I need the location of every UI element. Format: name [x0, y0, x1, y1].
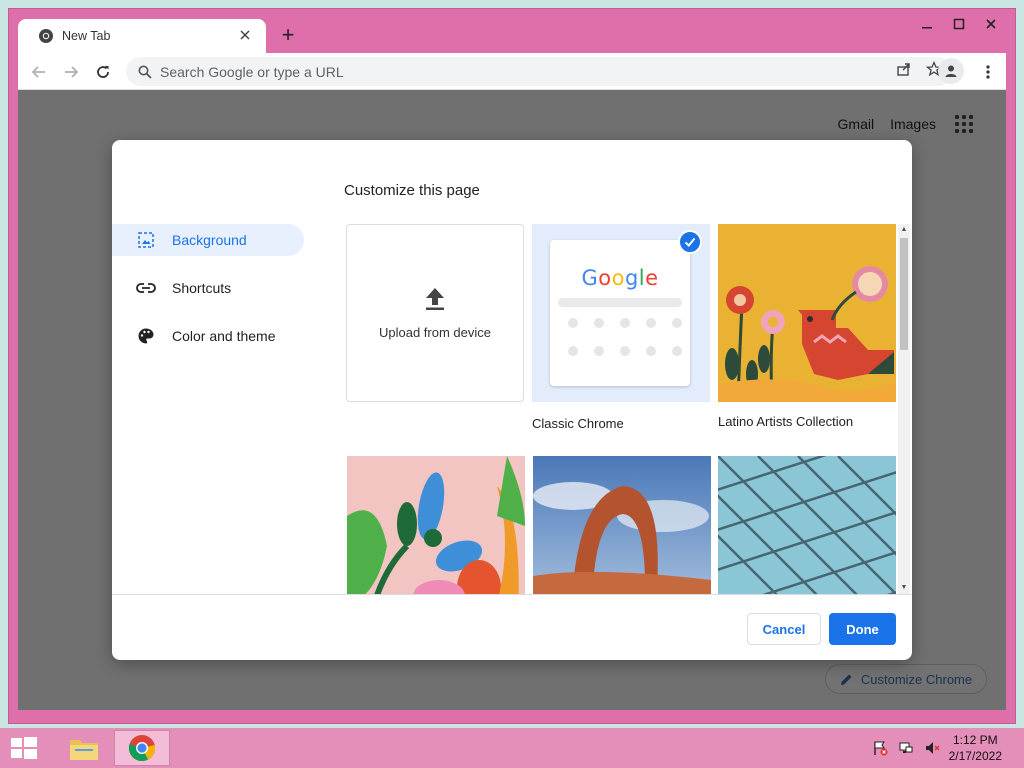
customize-chrome-button[interactable]: Customize Chrome [825, 664, 987, 694]
chrome-favicon-icon [39, 29, 53, 43]
dialog-footer: Cancel Done [112, 594, 912, 660]
shortcut-dots-row [568, 346, 682, 356]
action-center-flag-icon[interactable] [872, 740, 888, 756]
windows-logo-icon [11, 737, 37, 759]
chrome-taskbar-button[interactable] [114, 730, 170, 766]
upload-icon [426, 287, 444, 310]
mini-search-bar [558, 298, 682, 307]
classic-chrome-preview: Google [550, 240, 690, 386]
tab-new-tab[interactable]: New Tab [18, 19, 266, 53]
pencil-icon [840, 674, 852, 685]
close-icon [240, 30, 250, 40]
customize-dialog: Customize this page Background Shortcuts… [112, 140, 912, 660]
scroll-thumb[interactable] [900, 238, 908, 350]
clock-date: 2/17/2022 [948, 749, 1002, 763]
new-tab-button[interactable]: + [276, 24, 300, 48]
file-explorer-taskbar-button[interactable] [56, 730, 112, 766]
search-icon [138, 65, 152, 79]
back-button[interactable] [26, 59, 52, 85]
profile-button[interactable] [938, 58, 964, 84]
google-logo: Google [581, 266, 659, 290]
floral-art-tile[interactable] [347, 456, 525, 594]
profile-icon [945, 65, 957, 77]
image-icon [136, 230, 156, 250]
menu-item-background[interactable]: Background [112, 224, 304, 256]
close-icon [986, 19, 996, 29]
scroll-down-icon[interactable]: ▼ [898, 582, 910, 594]
google-apps-button[interactable] [952, 112, 976, 136]
share-button[interactable] [896, 61, 912, 82]
top-links: Gmail Images [838, 112, 976, 136]
folder-icon [70, 740, 98, 760]
tab-close-button[interactable] [236, 27, 254, 45]
glass-building-image [718, 456, 896, 594]
back-arrow-icon [31, 66, 45, 78]
menu-item-color-and-theme[interactable]: Color and theme [112, 320, 304, 352]
delicate-arch-tile[interactable] [533, 456, 711, 594]
chrome-icon [128, 735, 156, 762]
maximize-button[interactable] [943, 13, 975, 35]
dialog-scrollbar[interactable]: ▲ ▼ [898, 224, 910, 594]
address-placeholder: Search Google or type a URL [160, 63, 344, 80]
browser-toolbar: Search Google or type a URL [18, 53, 1006, 90]
link-icon [136, 278, 156, 298]
classic-chrome-label: Classic Chrome [532, 416, 624, 431]
shortcut-dots-row [568, 318, 682, 328]
share-icon [897, 63, 910, 76]
glass-building-tile[interactable] [718, 456, 896, 594]
scroll-up-icon[interactable]: ▲ [898, 224, 910, 236]
close-window-button[interactable] [975, 13, 1007, 35]
reload-button[interactable] [90, 59, 116, 85]
taskbar-clock[interactable]: 1:12 PM 2/17/2022 [949, 732, 1002, 764]
floral-art-image [347, 456, 525, 594]
done-button[interactable]: Done [829, 613, 896, 645]
windows-taskbar: 1:12 PM 2/17/2022 [0, 728, 1024, 768]
customize-menu: Background Shortcuts Color and theme [112, 224, 304, 368]
dialog-title: Customize this page [344, 182, 480, 199]
background-grid: Upload from device Google Classic Chrome [344, 224, 910, 594]
system-tray [872, 740, 940, 756]
more-vert-icon [986, 65, 990, 79]
latino-art-image [718, 224, 896, 402]
tab-title: New Tab [62, 29, 111, 43]
upload-from-device-tile[interactable]: Upload from device [346, 224, 524, 402]
clock-time: 1:12 PM [952, 733, 998, 747]
customize-chrome-label: Customize Chrome [860, 671, 973, 687]
upload-label: Upload from device [379, 324, 491, 340]
selected-check-icon [678, 230, 702, 254]
forward-arrow-icon [65, 66, 79, 78]
address-bar[interactable]: Search Google or type a URL [126, 57, 952, 86]
start-button[interactable] [10, 736, 38, 765]
latino-artists-collection-tile[interactable] [718, 224, 896, 402]
network-icon[interactable] [898, 740, 914, 756]
forward-button[interactable] [58, 59, 84, 85]
menu-item-shortcuts[interactable]: Shortcuts [112, 272, 304, 304]
cancel-button[interactable]: Cancel [747, 613, 821, 645]
menu-item-label: Background [172, 232, 247, 248]
menu-item-label: Color and theme [172, 328, 276, 344]
classic-chrome-tile[interactable]: Google [532, 224, 710, 402]
volume-muted-icon[interactable] [924, 740, 940, 756]
minimize-button[interactable] [911, 13, 943, 35]
gmail-link[interactable]: Gmail [838, 116, 875, 132]
menu-item-label: Shortcuts [172, 280, 232, 296]
minimize-icon [922, 27, 932, 29]
window-controls [911, 13, 1007, 35]
latino-artists-label: Latino Artists Collection [718, 414, 854, 429]
palette-icon [136, 326, 156, 346]
chrome-menu-button[interactable] [975, 59, 1001, 85]
images-link[interactable]: Images [890, 116, 936, 132]
arch-photo-image [533, 456, 711, 594]
maximize-icon [953, 18, 965, 30]
reload-icon [97, 66, 109, 78]
